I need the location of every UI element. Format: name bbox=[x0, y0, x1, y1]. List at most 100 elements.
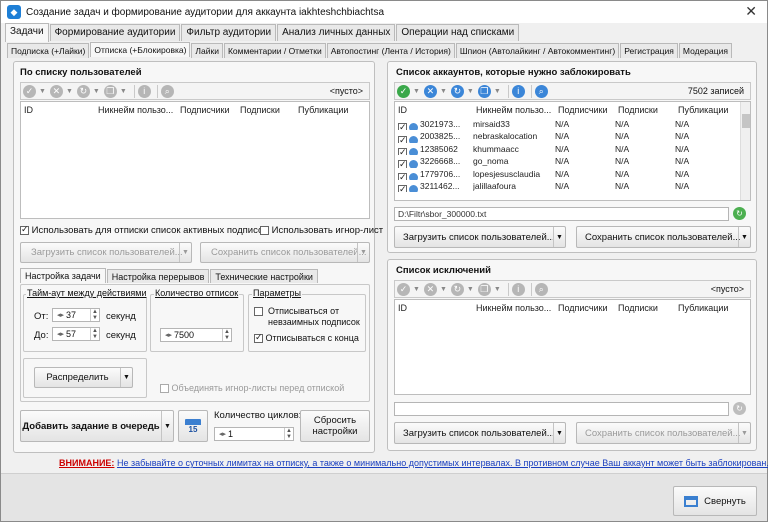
subtab-moderation[interactable]: Модерация bbox=[678, 43, 732, 58]
chevron-down-icon[interactable]: ▼ bbox=[179, 243, 191, 262]
dropdown-arrow-icon[interactable]: ▼ bbox=[66, 88, 73, 95]
col-following[interactable]: Подписки bbox=[237, 102, 295, 118]
vertical-scrollbar[interactable] bbox=[740, 102, 750, 200]
col-following[interactable]: Подписки bbox=[615, 102, 675, 118]
opt-from-end-checkbox[interactable] bbox=[254, 332, 263, 344]
distribute-button[interactable]: Распределить ▼ bbox=[34, 367, 133, 388]
dropdown-arrow-icon[interactable]: ▼ bbox=[494, 88, 501, 95]
exclusions-load-button[interactable]: Загрузить список пользователей... ▼ bbox=[394, 422, 566, 444]
use-active-subs-checkbox[interactable] bbox=[20, 224, 29, 235]
info-icon[interactable]: i bbox=[137, 84, 151, 98]
col-posts[interactable]: Публикации bbox=[675, 300, 735, 316]
dropdown-arrow-icon[interactable]: ▼ bbox=[467, 286, 474, 293]
refresh-icon[interactable]: ↻ bbox=[450, 282, 464, 296]
merge-ignore-checkbox[interactable] bbox=[160, 384, 169, 394]
dropdown-arrow-icon[interactable]: ▼ bbox=[467, 88, 474, 95]
dropdown-arrow-icon[interactable]: ▼ bbox=[440, 88, 447, 95]
chevron-down-icon[interactable]: ▼ bbox=[738, 423, 750, 443]
timeout-to-arrows-icon[interactable]: ◂▸ bbox=[53, 330, 64, 338]
chevron-down-icon[interactable]: ▼ bbox=[120, 368, 132, 387]
delete-icon[interactable]: ✕ bbox=[49, 84, 63, 98]
count-stepper[interactable]: ◂▸ 7500 ▲ ▼ bbox=[160, 328, 232, 342]
dropdown-arrow-icon[interactable]: ▼ bbox=[413, 286, 420, 293]
refresh-path-icon[interactable]: ↻ bbox=[733, 207, 746, 220]
col-following[interactable]: Подписки bbox=[615, 300, 675, 316]
subtab-unfollow[interactable]: Отписка (+Блокировка) bbox=[90, 42, 191, 57]
table-row[interactable]: 3211462... jalillaafoura N/A N/A N/A bbox=[395, 180, 750, 193]
subtab-likes[interactable]: Лайки bbox=[191, 43, 223, 58]
copy-icon[interactable]: ❐ bbox=[477, 84, 491, 98]
left-load-button[interactable]: Загрузить список пользователей... ▼ bbox=[20, 242, 192, 263]
col-nickname[interactable]: Никнейм пользо... bbox=[473, 102, 555, 118]
col-posts[interactable]: Публикации bbox=[295, 102, 355, 118]
dropdown-arrow-icon[interactable]: ▼ bbox=[120, 88, 127, 95]
cycles-arrows-icon[interactable]: ◂▸ bbox=[215, 430, 226, 438]
copy-icon[interactable]: ❐ bbox=[103, 84, 117, 98]
add-task-button[interactable]: Добавить задание в очередь ▼ bbox=[20, 410, 174, 442]
count-arrows-icon[interactable]: ◂▸ bbox=[161, 331, 172, 339]
opt-from-end[interactable]: Отписываться с конца bbox=[254, 332, 359, 344]
col-followers[interactable]: Подписчики bbox=[555, 300, 615, 316]
tab-task-settings[interactable]: Настройка задачи bbox=[20, 268, 106, 283]
check-icon[interactable]: ✓ bbox=[397, 84, 410, 98]
subtab-comments[interactable]: Комментарии / Отметки bbox=[223, 43, 326, 58]
tab-audience-filter[interactable]: Фильтр аудитории bbox=[181, 24, 277, 41]
row-checkbox[interactable] bbox=[398, 135, 407, 143]
subtab-autopost[interactable]: Автопостинг (Лента / История) bbox=[326, 43, 455, 58]
use-ignore-option[interactable]: Использовать игнор-лист bbox=[260, 225, 383, 236]
dropdown-arrow-icon[interactable]: ▼ bbox=[413, 88, 420, 95]
exclusions-grid[interactable]: ID Никнейм пользо... Подписчики Подписки… bbox=[394, 299, 751, 395]
timeout-from-arrows-icon[interactable]: ◂▸ bbox=[53, 311, 64, 319]
chevron-down-icon[interactable]: ▼ bbox=[161, 411, 173, 441]
dropdown-arrow-icon[interactable]: ▼ bbox=[494, 286, 501, 293]
delete-icon[interactable]: ✕ bbox=[423, 282, 437, 296]
dropdown-arrow-icon[interactable]: ▼ bbox=[93, 88, 100, 95]
timeout-from-stepper[interactable]: ◂▸ 37 ▲ ▼ bbox=[52, 308, 100, 322]
col-id[interactable]: ID bbox=[395, 102, 473, 118]
col-posts[interactable]: Публикации bbox=[675, 102, 735, 118]
chevron-down-icon[interactable]: ▼ bbox=[553, 227, 565, 247]
timeout-to-stepper[interactable]: ◂▸ 57 ▲ ▼ bbox=[52, 327, 100, 341]
col-id[interactable]: ID bbox=[21, 102, 95, 118]
col-followers[interactable]: Подписчики bbox=[177, 102, 237, 118]
copy-icon[interactable]: ❐ bbox=[477, 282, 491, 296]
tab-list-ops[interactable]: Операции над списками bbox=[396, 24, 520, 41]
exclusions-save-button[interactable]: Сохранить список пользователей... ▼ bbox=[576, 422, 751, 444]
opt-nonmutual-checkbox[interactable] bbox=[254, 307, 263, 316]
calendar-button[interactable]: 15 bbox=[178, 410, 208, 442]
cycles-stepper[interactable]: ◂▸ 1 ▲ ▼ bbox=[214, 427, 294, 441]
row-checkbox[interactable] bbox=[398, 172, 407, 180]
table-row[interactable]: 2003825... nebraskalocation N/A N/A N/A bbox=[395, 130, 750, 143]
check-icon[interactable]: ✓ bbox=[397, 282, 410, 296]
col-nickname[interactable]: Никнейм пользо... bbox=[95, 102, 177, 118]
chevron-down-icon[interactable]: ▼ bbox=[553, 423, 565, 443]
table-row[interactable]: 3021973... mirsaid33 N/A N/A N/A bbox=[395, 118, 750, 131]
refresh-path-icon[interactable]: ↻ bbox=[733, 402, 746, 415]
opt-nonmutual[interactable]: Отписываться от невзаимных подписок bbox=[254, 306, 366, 328]
use-ignore-checkbox[interactable] bbox=[260, 225, 269, 235]
col-followers[interactable]: Подписчики bbox=[555, 102, 615, 118]
refresh-icon[interactable]: ↻ bbox=[76, 84, 90, 98]
search-icon[interactable]: ⌕ bbox=[160, 84, 174, 98]
block-save-button[interactable]: Сохранить список пользователей... ▼ bbox=[576, 226, 751, 248]
exclusions-path-field[interactable] bbox=[394, 402, 729, 416]
tab-personal-data[interactable]: Анализ личных данных bbox=[277, 24, 396, 41]
block-list-grid[interactable]: ID Никнейм пользо... Подписчики Подписки… bbox=[394, 101, 751, 201]
block-load-button[interactable]: Загрузить список пользователей... ▼ bbox=[394, 226, 566, 248]
tab-tech-settings[interactable]: Технические настройки bbox=[210, 269, 318, 283]
subtab-follow[interactable]: Подписка (+Лайки) bbox=[7, 43, 90, 58]
subtab-registration[interactable]: Регистрация bbox=[620, 43, 678, 58]
col-nickname[interactable]: Никнейм пользо... bbox=[473, 300, 555, 316]
tab-break-settings[interactable]: Настройка перерывов bbox=[106, 269, 210, 283]
subtab-spy[interactable]: Шпион (Автолайкинг / Автокомментинг) bbox=[455, 43, 620, 58]
tab-audience[interactable]: Формирование аудитории bbox=[49, 24, 181, 41]
row-checkbox[interactable] bbox=[398, 185, 407, 193]
left-user-grid[interactable]: ID Никнейм пользо... Подписчики Подписки… bbox=[20, 101, 370, 219]
close-icon[interactable]: ✕ bbox=[745, 3, 757, 20]
tab-tasks[interactable]: Задачи bbox=[5, 23, 49, 42]
reset-button[interactable]: Сбросить настройки bbox=[300, 410, 370, 442]
refresh-icon[interactable]: ↻ bbox=[450, 84, 464, 98]
info-icon[interactable]: i bbox=[511, 282, 525, 296]
dropdown-arrow-icon[interactable]: ▼ bbox=[39, 88, 46, 95]
dropdown-arrow-icon[interactable]: ▼ bbox=[440, 286, 447, 293]
